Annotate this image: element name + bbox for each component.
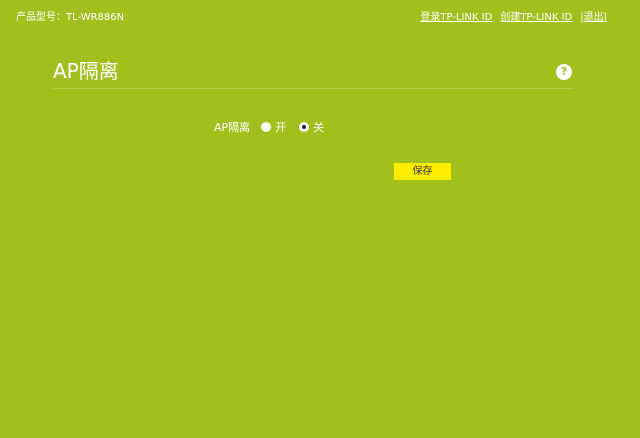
title-divider <box>53 88 573 89</box>
top-bar: 产品型号：TL-WR886N 登录TP-LINK ID 创建TP-LINK ID |… <box>0 0 640 30</box>
radio-on-icon[interactable] <box>261 122 272 132</box>
account-links: 登录TP-LINK ID 创建TP-LINK ID |退出| <box>420 11 607 24</box>
page-title: AP隔离 <box>53 59 119 83</box>
create-tplink-id-link[interactable]: 创建TP-LINK ID <box>500 12 572 23</box>
radio-off-label: 关 <box>313 121 325 134</box>
radio-on-label: 开 <box>275 121 287 134</box>
ap-isolation-label: AP隔离 <box>214 121 251 134</box>
ap-isolation-on-option[interactable]: 开 <box>261 119 286 135</box>
logout-link[interactable]: |退出| <box>580 12 607 23</box>
login-tplink-id-link[interactable]: 登录TP-LINK ID <box>420 12 492 23</box>
product-model-label: 产品型号：TL-WR886N <box>16 12 125 23</box>
radio-off-icon[interactable] <box>299 122 310 132</box>
help-icon[interactable]: ? <box>556 64 572 80</box>
save-button[interactable]: 保存 <box>394 163 451 180</box>
ap-isolation-setting: AP隔离 开 关 <box>214 119 324 135</box>
ap-isolation-off-option[interactable]: 关 <box>299 119 324 135</box>
